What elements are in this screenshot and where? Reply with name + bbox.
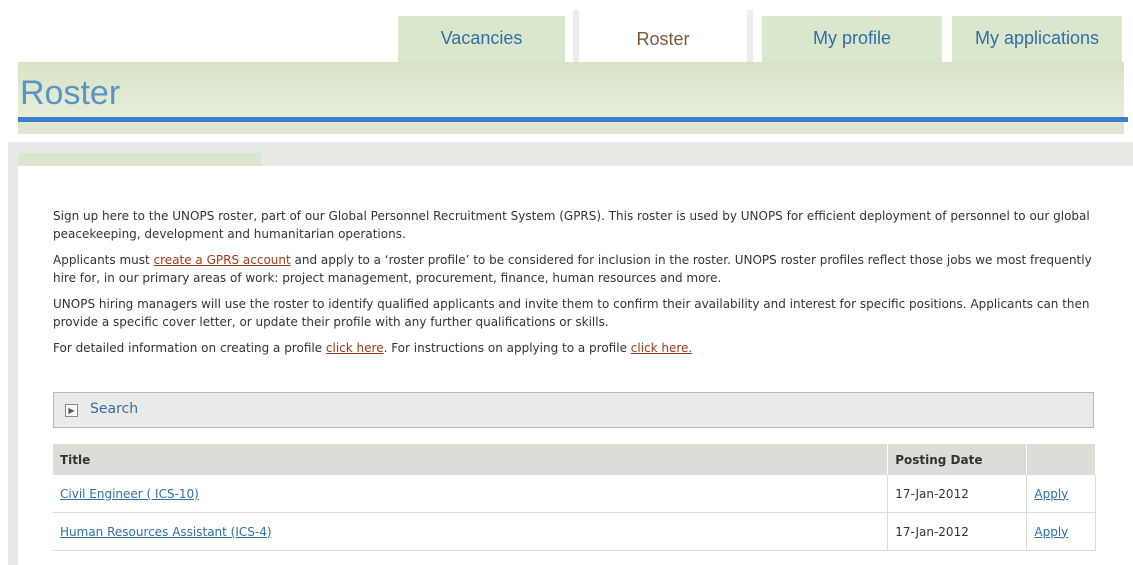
intro-paragraph: UNOPS hiring managers will use the roste… <box>53 297 1090 329</box>
header-title[interactable]: Title <box>53 444 889 475</box>
table-row: Civil Engineer ( ICS-10) 17-Jan-2012 App… <box>53 475 1096 513</box>
header-posting-date[interactable]: Posting Date <box>887 444 1028 475</box>
position-link[interactable]: Civil Engineer ( ICS-10) <box>60 487 199 501</box>
intro-paragraph: Applicants must create a GPRS account an… <box>53 251 1113 287</box>
search-label: Search <box>90 401 139 417</box>
search-toggle[interactable]: ▶ Search <box>53 392 1094 428</box>
position-link[interactable]: Human Resources Assistant (ICS-4) <box>60 525 272 539</box>
row-action-cell: Apply <box>1026 512 1096 551</box>
main-nav: Vacancies Roster My profile My applicati… <box>0 0 1133 62</box>
create-account-link[interactable]: create a GPRS account <box>154 253 291 267</box>
header-strip <box>18 122 1124 134</box>
page-header-band <box>18 62 1124 117</box>
create-profile-help-link[interactable]: click here <box>326 341 384 355</box>
intro-text-segment: For detailed information on creating a p… <box>53 341 326 355</box>
apply-help-link[interactable]: click here. <box>631 341 692 355</box>
table-row: Human Resources Assistant (ICS-4) 17-Jan… <box>53 512 1096 551</box>
tab-my-applications[interactable]: My applications <box>952 16 1122 62</box>
tab-roster[interactable]: Roster <box>573 10 753 62</box>
content-frame-tab <box>18 153 261 166</box>
row-title-cell: Civil Engineer ( ICS-10) <box>53 475 889 513</box>
intro-text-segment: . For instructions on applying to a prof… <box>383 341 631 355</box>
tab-vacancies[interactable]: Vacancies <box>398 16 565 62</box>
intro-text-segment: Applicants must <box>53 253 154 267</box>
roster-table: Title Posting Date Civil Engineer ( ICS-… <box>53 444 1096 551</box>
tab-my-profile[interactable]: My profile <box>762 16 942 62</box>
expand-icon: ▶ <box>65 404 78 417</box>
apply-link[interactable]: Apply <box>1034 525 1068 539</box>
row-date-cell: 17-Jan-2012 <box>887 475 1028 513</box>
intro-paragraph: For detailed information on creating a p… <box>53 339 1113 357</box>
row-title-cell: Human Resources Assistant (ICS-4) <box>53 512 889 551</box>
row-action-cell: Apply <box>1026 475 1096 513</box>
intro-paragraph: Sign up here to the UNOPS roster, part o… <box>53 209 1090 241</box>
header-action <box>1026 444 1096 475</box>
row-date-cell: 17-Jan-2012 <box>887 512 1028 551</box>
intro-text: Sign up here to the UNOPS roster, part o… <box>53 207 1113 365</box>
apply-link[interactable]: Apply <box>1034 487 1068 501</box>
table-header-row: Title Posting Date <box>53 444 1096 475</box>
page-title: Roster <box>20 74 121 112</box>
